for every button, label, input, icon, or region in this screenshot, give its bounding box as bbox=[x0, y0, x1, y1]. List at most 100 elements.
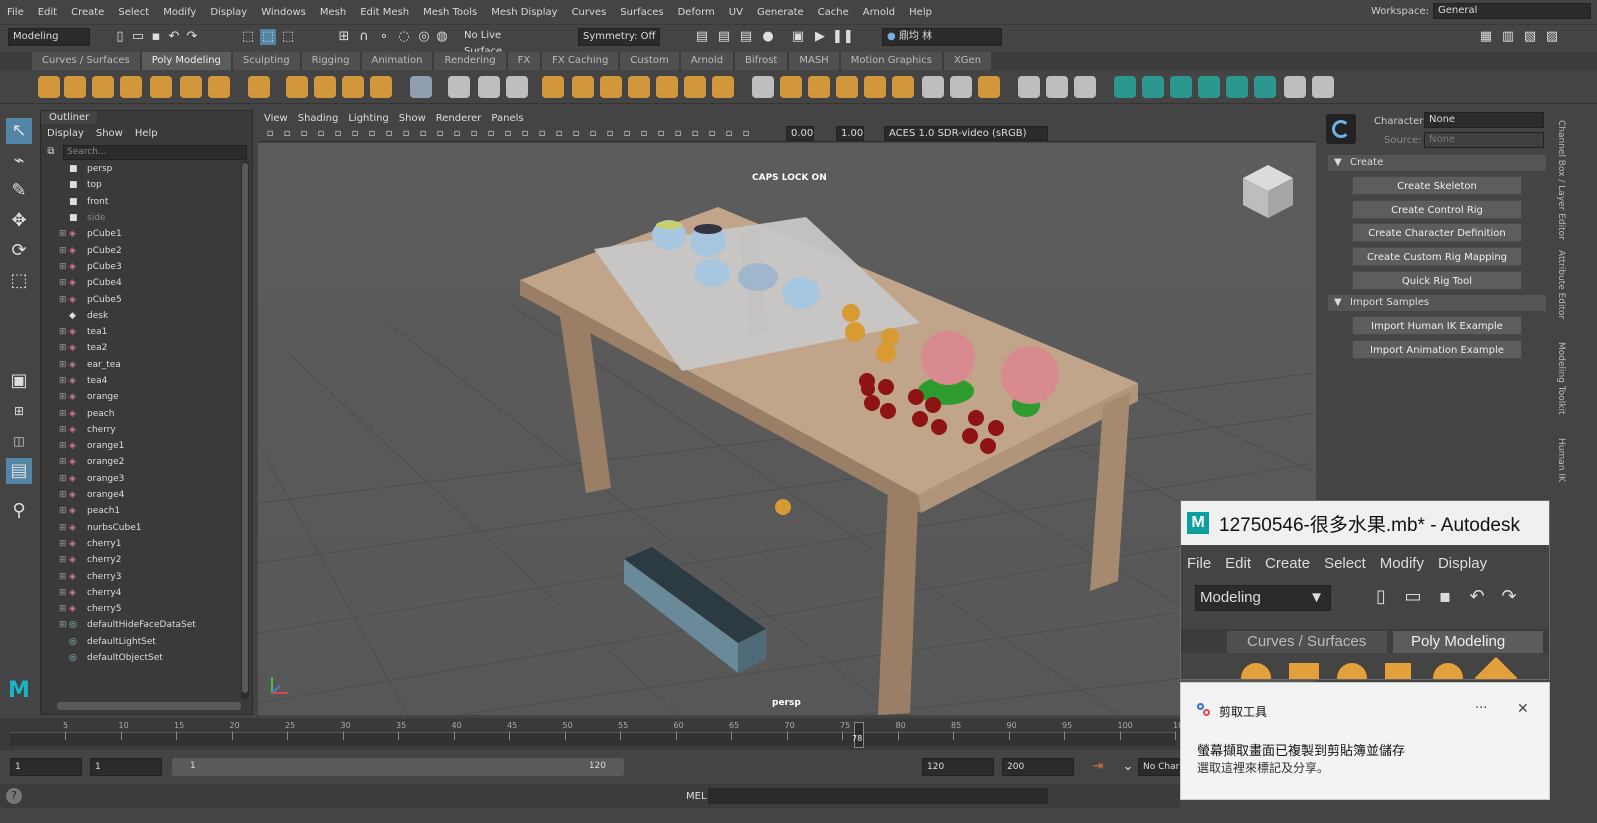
viewport-menu-shading[interactable]: Shading bbox=[298, 113, 339, 124]
shelf-separate-icon[interactable] bbox=[572, 76, 594, 98]
expand-icon[interactable]: ⊞ bbox=[59, 474, 69, 484]
toggle-attr-icon[interactable]: ▥ bbox=[1500, 29, 1516, 45]
shelf-cube-icon[interactable] bbox=[64, 76, 86, 98]
end-frame-field[interactable]: 120 bbox=[922, 758, 994, 776]
shelf-edge-loop-icon[interactable] bbox=[1018, 76, 1040, 98]
image-plane-icon[interactable]: ▫ bbox=[330, 126, 346, 142]
mel-input[interactable] bbox=[708, 788, 1048, 804]
move-tool-icon[interactable]: ✥ bbox=[6, 208, 32, 234]
menu-select[interactable]: Select bbox=[111, 7, 156, 18]
menu-windows[interactable]: Windows bbox=[254, 7, 313, 18]
hik-button-import-human-ik-example[interactable]: Import Human IK Example bbox=[1352, 316, 1522, 335]
outliner-item[interactable]: ⊞ ◈ cherry3 bbox=[41, 568, 239, 584]
paint-select-icon[interactable]: ✎ bbox=[6, 178, 32, 204]
four-view-icon[interactable]: ⊞ bbox=[6, 398, 32, 424]
menu-edit-mesh[interactable]: Edit Mesh bbox=[353, 7, 416, 18]
snipping-tool-notification[interactable]: 剪取工具 ··· ✕ 螢幕擷取畫面已複製到剪貼簿並儲存 選取這裡來標記及分享。 bbox=[1180, 682, 1550, 800]
grease-pencil-icon[interactable]: ▫ bbox=[364, 126, 380, 142]
backface-icon[interactable]: ▫ bbox=[721, 126, 737, 142]
side-tab-2[interactable]: Modeling Toolkit bbox=[1550, 342, 1566, 415]
menu-display[interactable]: Display bbox=[203, 7, 254, 18]
exposure-field[interactable]: 0.00 bbox=[786, 126, 814, 141]
view-cube[interactable] bbox=[1243, 165, 1293, 218]
shelf-offset-loop-icon[interactable] bbox=[1074, 76, 1096, 98]
expand-icon[interactable]: ⊞ bbox=[59, 392, 69, 402]
shadows-icon[interactable]: ▫ bbox=[585, 126, 601, 142]
maya-redo-icon[interactable]: ↷ bbox=[1499, 588, 1519, 609]
expand-icon[interactable]: ⊞ bbox=[59, 441, 69, 451]
shelf-transfer-icon[interactable] bbox=[1226, 76, 1248, 98]
side-tab-3[interactable]: Human IK bbox=[1550, 438, 1566, 482]
isolate-icon[interactable]: ▫ bbox=[653, 126, 669, 142]
shelf-sweep-mesh-icon[interactable] bbox=[314, 76, 336, 98]
side-tab-0[interactable]: Channel Box / Layer Editor bbox=[1550, 120, 1566, 240]
time-slider[interactable]: 5 10 15 20 25 30 35 40 45 50 55 60 65 70 75 80 85 90 95 100… bbox=[0, 718, 1188, 750]
hik-button-create-character-definition[interactable]: Create Character Definition bbox=[1352, 223, 1522, 243]
shelf-collapse-icon[interactable] bbox=[978, 76, 1000, 98]
shelf-tab-rendering[interactable]: Rendering bbox=[434, 52, 506, 70]
source-dropdown[interactable]: None bbox=[1424, 132, 1544, 148]
select-component-icon[interactable]: ⬚ bbox=[280, 29, 296, 45]
toast-close-button[interactable]: ✕ bbox=[1517, 701, 1529, 717]
shelf-wedge-icon[interactable] bbox=[1198, 76, 1220, 98]
shelf-cylinder-icon[interactable] bbox=[92, 76, 114, 98]
outliner-item[interactable]: ◆ desk bbox=[41, 308, 239, 324]
expand-icon[interactable]: ⊞ bbox=[59, 246, 69, 256]
live-surface-icon[interactable]: ◍ bbox=[434, 29, 450, 45]
user-account-dropdown[interactable]: ● 鼎均 林 bbox=[882, 28, 1002, 46]
shelf-disc-icon[interactable] bbox=[208, 76, 230, 98]
shelf-tab-arnold[interactable]: Arnold bbox=[680, 52, 734, 70]
workspace-dropdown[interactable]: General bbox=[1433, 3, 1591, 19]
outliner-item[interactable]: ■ top bbox=[41, 177, 239, 193]
expand-icon[interactable]: ⊞ bbox=[59, 409, 69, 419]
expand-icon[interactable]: ⊞ bbox=[59, 327, 69, 337]
menu-deform[interactable]: Deform bbox=[671, 7, 722, 18]
safe-action-icon[interactable]: ▫ bbox=[466, 126, 482, 142]
snap-point-icon[interactable]: ∘ bbox=[376, 29, 392, 45]
shelf-platonic-icon[interactable] bbox=[248, 76, 270, 98]
outliner-item[interactable]: ⊞ ◈ orange3 bbox=[41, 471, 239, 487]
viewport-menu-renderer[interactable]: Renderer bbox=[436, 113, 482, 124]
outliner-item[interactable]: ⊞ ◈ orange1 bbox=[41, 438, 239, 454]
viewport-menu-view[interactable]: View bbox=[264, 113, 288, 124]
select-object-icon[interactable]: ⬚ bbox=[260, 29, 276, 45]
outliner-item[interactable]: ⊞ ◈ tea4 bbox=[41, 373, 239, 389]
hik-button-create-control-rig[interactable]: Create Control Rig bbox=[1352, 199, 1522, 219]
outliner-item[interactable]: ⊞ ◈ pCube2 bbox=[41, 242, 239, 258]
anti-alias-icon[interactable]: ▫ bbox=[636, 126, 652, 142]
shelf-quadrangulate-icon[interactable] bbox=[950, 76, 972, 98]
shelf-tab-curves-surfaces[interactable]: Curves / Surfaces bbox=[32, 52, 140, 70]
expand-icon[interactable]: ⊞ bbox=[59, 360, 69, 370]
outliner-item[interactable]: ⊞ ◈ cherry2 bbox=[41, 552, 239, 568]
outliner-item[interactable]: ⊞ ◈ tea1 bbox=[41, 324, 239, 340]
shelf-tab-fx[interactable]: FX bbox=[507, 52, 541, 70]
character-set-field[interactable]: No Char bbox=[1138, 758, 1182, 776]
render-ipr-icon[interactable]: ▤ bbox=[716, 29, 732, 45]
xray-icon[interactable]: ▫ bbox=[670, 126, 686, 142]
select-hierarchy-icon[interactable]: ⬚ bbox=[240, 29, 256, 45]
shelf-mirror-icon[interactable] bbox=[808, 76, 830, 98]
shelf-svg-icon[interactable] bbox=[370, 76, 392, 98]
search-tool-icon[interactable]: ⚲ bbox=[6, 498, 32, 524]
arnold-play-icon[interactable]: ▶ bbox=[812, 29, 828, 45]
outliner-item[interactable]: ■ side bbox=[41, 210, 239, 226]
shelf-sphere-icon[interactable] bbox=[38, 76, 60, 98]
toast-more-button[interactable]: ··· bbox=[1475, 701, 1487, 716]
maya-save-icon[interactable]: ▪ bbox=[1435, 588, 1455, 609]
maya-mode-dropdown[interactable]: Modeling ▼ bbox=[1195, 585, 1331, 611]
hik-button-import-animation-example[interactable]: Import Animation Example bbox=[1352, 340, 1522, 359]
shelf-tab-motion-graphics[interactable]: Motion Graphics bbox=[840, 52, 942, 70]
anim-end-field[interactable]: 200 bbox=[1002, 758, 1074, 776]
maya-open-icon[interactable]: ▭ bbox=[1403, 588, 1423, 609]
maya-menu-file[interactable]: File bbox=[1187, 555, 1211, 572]
motion-blur-icon[interactable]: ▫ bbox=[619, 126, 635, 142]
snap-view-icon[interactable]: ◌ bbox=[396, 29, 412, 45]
shelf-smooth-icon[interactable] bbox=[752, 76, 774, 98]
lights-icon[interactable]: ▫ bbox=[568, 126, 584, 142]
shelf-reduce-icon[interactable] bbox=[780, 76, 802, 98]
expand-icon[interactable]: ⊞ bbox=[59, 539, 69, 549]
shelf-cut-faces-icon[interactable] bbox=[506, 76, 528, 98]
outliner-item[interactable]: ⊞ ◈ peach bbox=[41, 405, 239, 421]
select-tool-icon[interactable]: ↖ bbox=[6, 118, 32, 144]
outliner-menu-show[interactable]: Show bbox=[96, 128, 123, 139]
